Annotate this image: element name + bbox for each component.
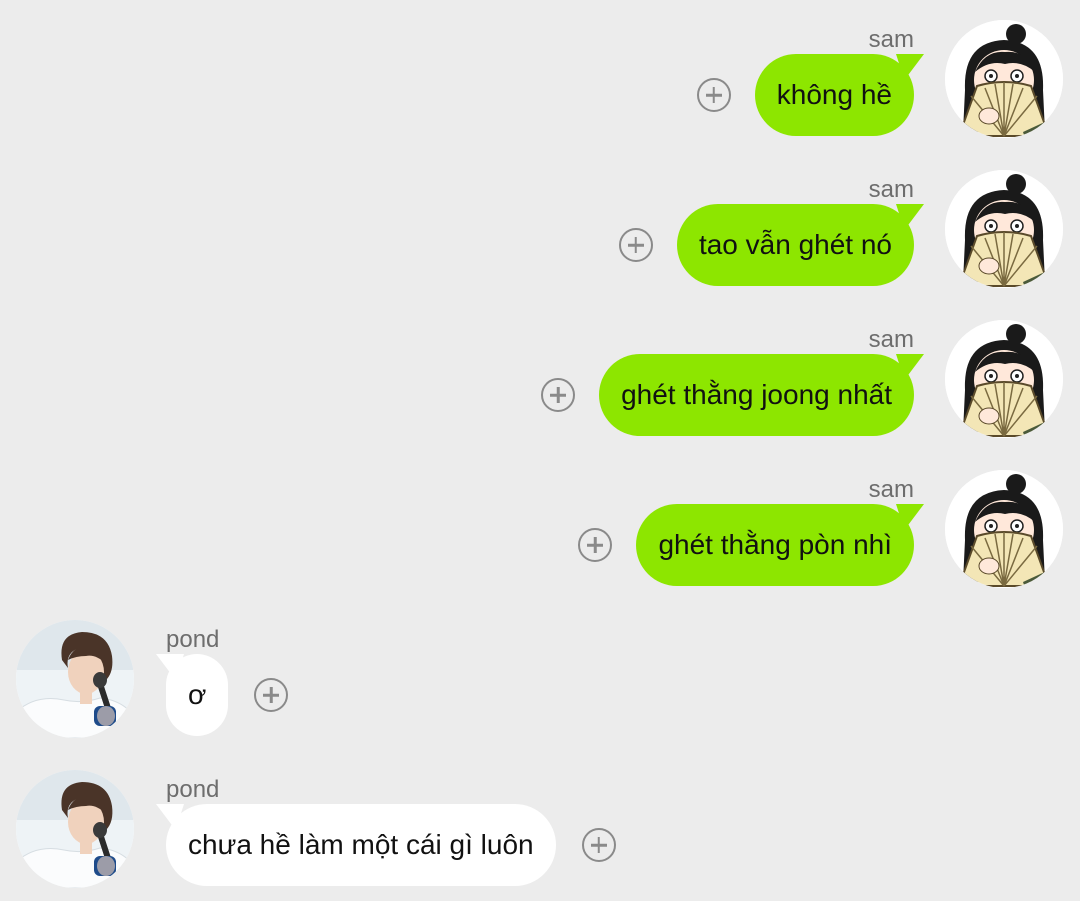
- sender-name: sam: [868, 26, 914, 53]
- message-outgoing: sam không hề: [0, 0, 1080, 138]
- plus-circle-icon[interactable]: [541, 378, 576, 412]
- plus-circle-icon[interactable]: [581, 828, 616, 862]
- fan-girl-avatar-icon: [945, 170, 1063, 288]
- message-outgoing: sam ghét thằng joong nhất: [0, 300, 1080, 438]
- fan-girl-avatar-icon: [945, 320, 1063, 438]
- message-row: ghét thằng pòn nhì: [578, 504, 914, 586]
- man-with-microphone-avatar-icon: [16, 770, 134, 888]
- plus-circle-icon[interactable]: [254, 678, 289, 712]
- pond-avatar[interactable]: [16, 770, 134, 888]
- fan-girl-avatar-icon: [945, 470, 1063, 588]
- sender-name: sam: [868, 176, 914, 203]
- plus-circle-icon[interactable]: [618, 228, 653, 262]
- message-outgoing: sam ghét thằng pòn nhì: [0, 450, 1080, 588]
- message-row: không hề: [696, 54, 914, 136]
- message-bubble[interactable]: ghét thằng pòn nhì: [636, 504, 914, 586]
- message-incoming: pond chưa hề làm một cái gì luôn: [0, 750, 1080, 888]
- message-bubble[interactable]: không hề: [754, 54, 914, 136]
- sam-avatar[interactable]: [945, 320, 1063, 438]
- sam-avatar[interactable]: [945, 170, 1063, 288]
- pond-avatar[interactable]: [16, 620, 134, 738]
- message-bubble[interactable]: chưa hề làm một cái gì luôn: [166, 804, 556, 886]
- sender-name: pond: [166, 626, 220, 653]
- sam-avatar[interactable]: [945, 470, 1063, 588]
- message-bubble[interactable]: ơ: [166, 654, 229, 736]
- message-bubble[interactable]: tao vẫn ghét nó: [676, 204, 914, 286]
- message-row: chưa hề làm một cái gì luôn: [166, 804, 616, 886]
- message-bubble[interactable]: ghét thằng joong nhất: [599, 354, 914, 436]
- plus-circle-icon[interactable]: [696, 78, 731, 112]
- fan-girl-avatar-icon: [945, 20, 1063, 138]
- plus-circle-icon[interactable]: [578, 528, 613, 562]
- message-row: ghét thằng joong nhất: [541, 354, 914, 436]
- sam-avatar[interactable]: [945, 20, 1063, 138]
- message-row: tao vẫn ghét nó: [618, 204, 914, 286]
- man-with-microphone-avatar-icon: [16, 620, 134, 738]
- message-incoming: pond ơ: [0, 600, 1080, 738]
- message-row: ơ: [166, 654, 289, 736]
- sender-name: pond: [166, 776, 220, 803]
- sender-name: sam: [868, 476, 914, 503]
- sender-name: sam: [868, 326, 914, 353]
- message-outgoing: sam tao vẫn ghét nó: [0, 150, 1080, 288]
- chat-thread: sam không hề sam tao vẫn ghét nó sam ghé…: [0, 0, 1080, 901]
